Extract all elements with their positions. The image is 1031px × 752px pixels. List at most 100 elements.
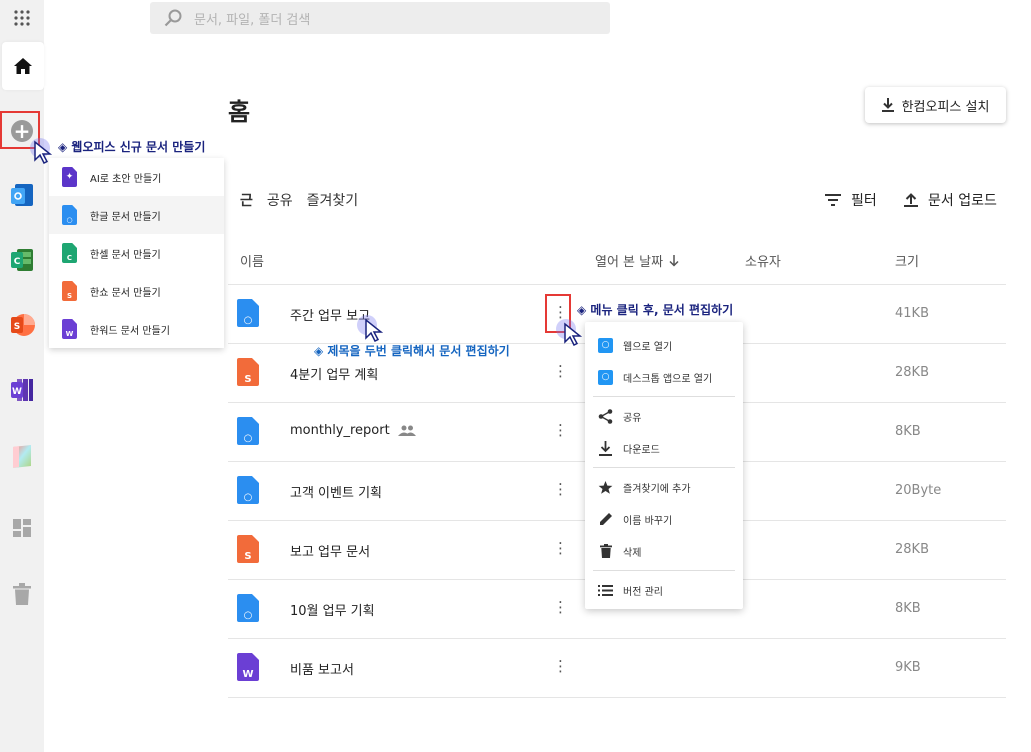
show-file-icon: S <box>237 358 259 388</box>
file-size: 28KB <box>895 542 929 557</box>
file-name-text: monthly_report <box>290 423 390 438</box>
menu-share-label: 공유 <box>623 412 642 424</box>
hwp-doc-icon: ○ <box>62 205 77 225</box>
trash-button[interactable] <box>4 576 40 612</box>
list-icon <box>598 583 613 598</box>
download-icon <box>598 440 613 456</box>
hwp-file-icon: ○ <box>237 417 259 447</box>
file-size: 8KB <box>895 424 921 439</box>
menu-delete[interactable]: 삭제 <box>585 535 743 567</box>
tab-shared[interactable]: 공유 <box>267 190 293 210</box>
rail-hwp-app[interactable] <box>4 177 40 213</box>
menu-download[interactable]: 다운로드 <box>585 432 743 464</box>
menu-open-desktop[interactable]: ○ 데스크톱 앱으로 열기 <box>585 361 743 393</box>
page-title: 홈 <box>228 98 251 126</box>
cursor-arrow-icon <box>34 140 53 164</box>
menu-divider <box>593 467 735 468</box>
create-show[interactable]: S 한쇼 문서 만들기 <box>49 272 224 310</box>
more-options-icon[interactable]: ⋮ <box>553 541 568 556</box>
file-name-text: 비품 보고서 <box>290 663 354 678</box>
column-owner[interactable]: 소유자 <box>745 251 781 270</box>
hancom-hword-app-icon: W <box>11 379 33 401</box>
more-options-icon[interactable]: ⋮ <box>553 364 568 379</box>
rail-cell-app[interactable]: C <box>4 242 40 278</box>
install-office-button[interactable]: 한컴오피스 설치 <box>865 87 1006 123</box>
tab-bar: 근 공유 즐겨찾기 <box>240 190 358 210</box>
annotation-menu: ◈ 메뉴 클릭 후, 문서 편집하기 <box>577 303 734 317</box>
create-hwp[interactable]: ○ 한글 문서 만들기 <box>49 196 224 234</box>
file-name[interactable]: 비품 보고서 <box>290 659 354 678</box>
menu-open-desktop-label: 데스크톱 앱으로 열기 <box>623 373 713 385</box>
tab-favorites[interactable]: 즐겨찾기 <box>307 190 359 210</box>
upload-label: 문서 업로드 <box>928 193 997 209</box>
file-size: 8KB <box>895 601 921 616</box>
column-opened[interactable]: 열어 본 날짜 <box>595 251 679 270</box>
trash-icon <box>598 544 613 559</box>
rail-hword-app[interactable]: W <box>4 372 40 408</box>
file-name-text: 4분기 업무 계획 <box>290 368 379 383</box>
create-ai-label: AI로 초안 만들기 <box>90 173 162 185</box>
file-name-text: 고객 이벤트 기획 <box>290 486 382 501</box>
file-name[interactable]: monthly_report <box>290 423 416 438</box>
dashboard-button[interactable] <box>4 510 40 546</box>
create-ai-draft[interactable]: ✦ AI로 초안 만들기 <box>49 158 224 196</box>
more-options-icon[interactable]: ⋮ <box>553 659 568 674</box>
file-name[interactable]: 4분기 업무 계획 <box>290 364 378 383</box>
cell-doc-icon: C <box>62 243 77 263</box>
hancom-show-app-icon: S <box>11 314 35 336</box>
tab-recent[interactable]: 근 <box>240 190 253 210</box>
upload-button[interactable]: 문서 업로드 <box>904 190 997 210</box>
filter-button[interactable]: 필터 <box>825 190 877 210</box>
hwp-file-icon: ○ <box>237 476 259 506</box>
cursor-arrow-icon <box>564 322 583 346</box>
menu-divider <box>593 396 735 397</box>
menu-favorite[interactable]: 즐겨찾기에 추가 <box>585 471 743 503</box>
menu-delete-label: 삭제 <box>623 547 642 559</box>
share-icon <box>598 408 613 424</box>
file-row[interactable]: W 비품 보고서 ⋮ 9KB <box>228 639 1006 698</box>
create-cell-label: 한셀 문서 만들기 <box>90 249 161 261</box>
column-size[interactable]: 크기 <box>895 251 919 270</box>
filter-icon <box>825 194 841 206</box>
more-options-icon[interactable]: ⋮ <box>553 482 568 497</box>
dashboard-icon <box>13 519 31 537</box>
show-doc-icon: S <box>62 281 77 301</box>
menu-rename-label: 이름 바꾸기 <box>623 515 673 527</box>
file-name[interactable]: 10월 업무 기획 <box>290 600 375 619</box>
show-file-icon: S <box>237 535 259 565</box>
create-cell[interactable]: C 한셀 문서 만들기 <box>49 234 224 272</box>
file-name-text: 보고 업무 문서 <box>290 545 371 560</box>
file-name[interactable]: 고객 이벤트 기획 <box>290 482 382 501</box>
menu-favorite-label: 즐겨찾기에 추가 <box>623 483 691 495</box>
svg-text:S: S <box>14 322 20 332</box>
file-size: 20Byte <box>895 483 942 498</box>
create-word[interactable]: W 한워드 문서 만들기 <box>49 310 224 348</box>
menu-version[interactable]: 버전 관리 <box>585 574 743 606</box>
create-hwp-label: 한글 문서 만들기 <box>90 211 161 223</box>
hancom-word-app-icon <box>11 184 33 206</box>
menu-share[interactable]: 공유 <box>585 400 743 432</box>
create-word-label: 한워드 문서 만들기 <box>90 325 170 337</box>
menu-rename[interactable]: 이름 바꾸기 <box>585 503 743 535</box>
sort-down-icon <box>669 254 679 267</box>
rail-show-app[interactable]: S <box>4 307 40 343</box>
home-button[interactable] <box>2 42 44 90</box>
pencil-icon <box>598 512 613 527</box>
rail-docs-app[interactable] <box>4 438 40 474</box>
column-name[interactable]: 이름 <box>240 251 264 270</box>
search-bar[interactable]: 문서, 파일, 폴더 검색 <box>150 2 610 34</box>
file-name[interactable]: 보고 업무 문서 <box>290 541 370 560</box>
more-options-icon[interactable]: ⋮ <box>553 600 568 615</box>
hancom-cell-app-icon: C <box>11 249 33 271</box>
menu-version-label: 버전 관리 <box>623 586 663 598</box>
more-options-icon[interactable]: ⋮ <box>553 423 568 438</box>
menu-open-web[interactable]: ○ 웹으로 열기 <box>585 329 743 361</box>
download-icon <box>881 98 894 112</box>
shared-people-icon <box>397 425 416 436</box>
hwp-file-icon: ○ <box>237 299 259 329</box>
column-opened-label: 열어 본 날짜 <box>595 255 664 270</box>
word-doc-icon: W <box>62 319 77 339</box>
file-size: 9KB <box>895 660 921 675</box>
star-icon <box>598 480 613 495</box>
app-grid-icon[interactable] <box>4 0 40 36</box>
